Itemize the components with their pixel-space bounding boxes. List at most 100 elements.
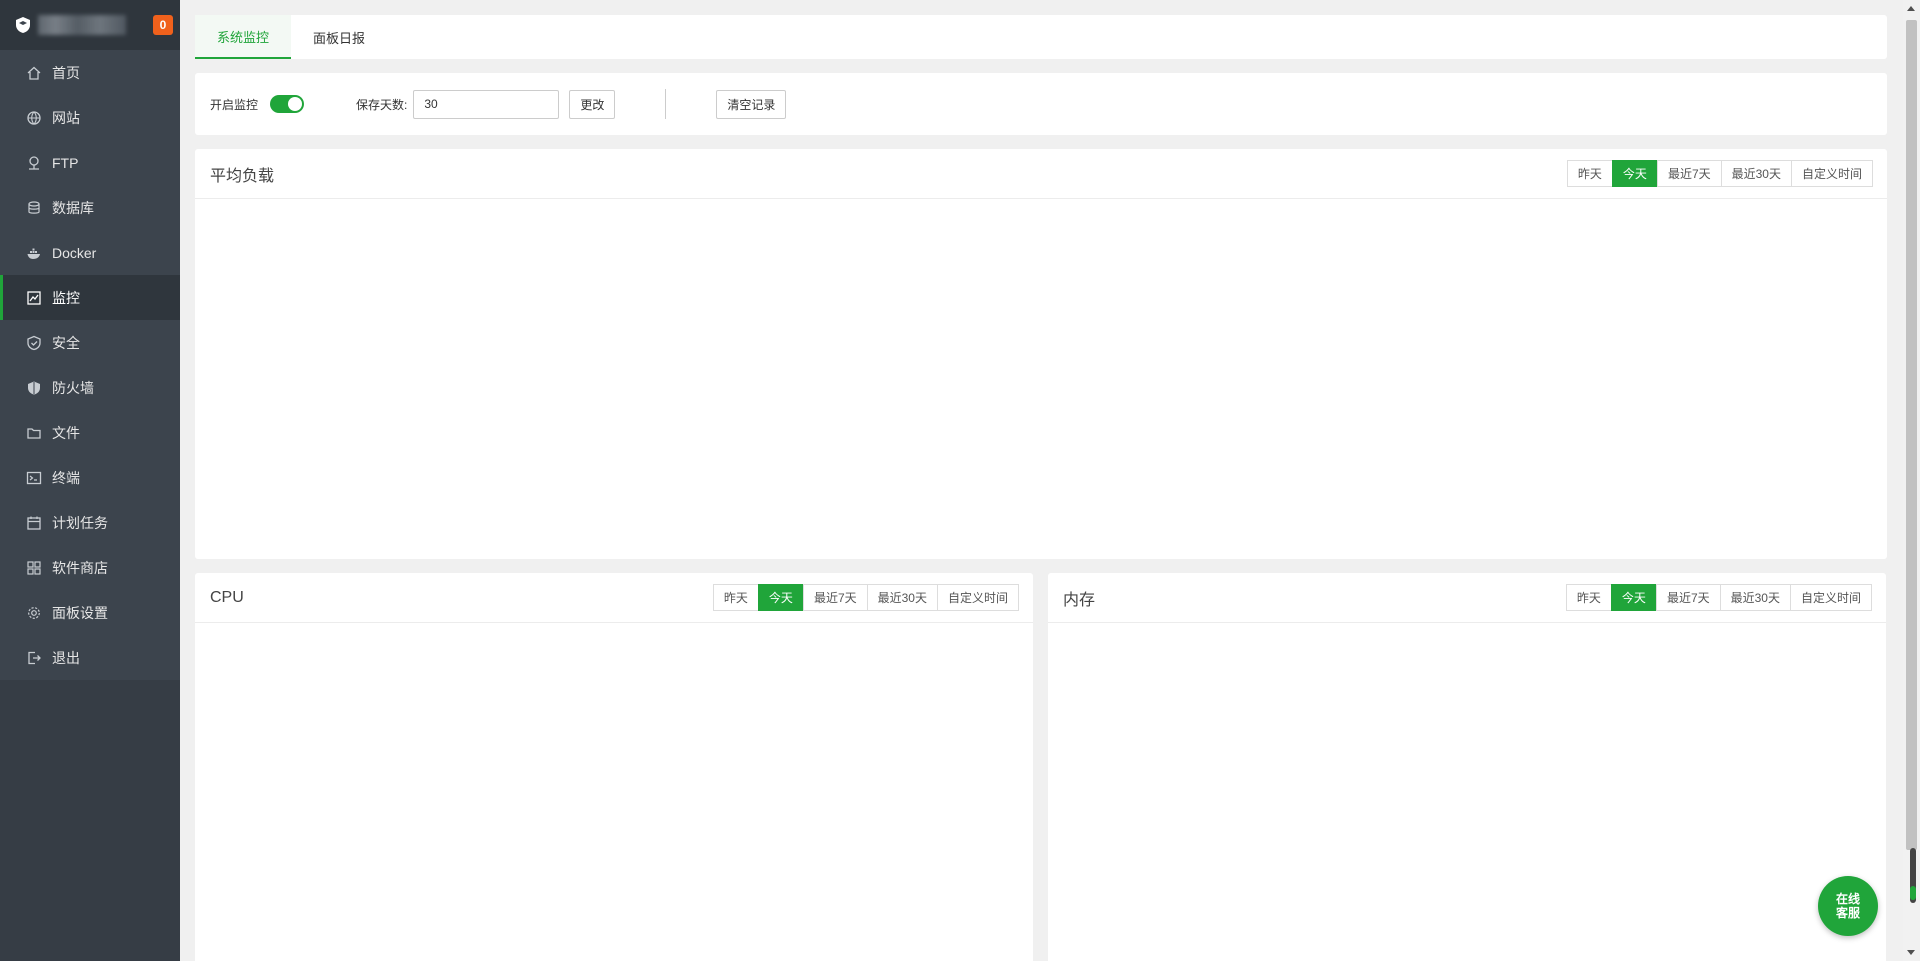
sidebar-item-1[interactable]: 网站 <box>0 95 180 140</box>
sidebar-item-label: 文件 <box>52 424 80 441</box>
sidebar: 0 首页网站 FTP 数据库 Docker 监控安全防火墙文件终端计划任务软件商店面板设… <box>0 0 180 961</box>
range-button[interactable]: 最近7天 <box>1655 584 1721 611</box>
gear-icon <box>26 605 42 621</box>
sidebar-item-10[interactable]: 计划任务 <box>0 500 180 545</box>
load-average-panel: 平均负载 昨天 今天 最近7天 最近30天 自定义时间 <box>195 149 1887 559</box>
sidebar-item-label: 数据库 <box>52 199 94 216</box>
terminal-icon <box>26 470 42 486</box>
range-button[interactable]: 昨天 <box>1566 160 1613 187</box>
folder-icon <box>26 425 42 441</box>
sidebar-header: 0 <box>0 0 180 50</box>
range-button[interactable]: 自定义时间 <box>1789 584 1872 611</box>
range-button[interactable]: 最近7天 <box>802 584 868 611</box>
server-name-blurred <box>38 15 126 35</box>
memory-range-selector: 昨天 今天 最近7天 最近30天 自定义时间 <box>1565 584 1872 611</box>
cpu-panel: CPU 昨天 今天 最近7天 最近30天 自定义时间 <box>195 573 1033 961</box>
enable-monitor-toggle[interactable] <box>270 95 305 113</box>
monitor-icon <box>26 290 42 306</box>
sidebar-footer-area <box>0 680 180 961</box>
scroll-up-arrow-icon[interactable] <box>1907 6 1915 11</box>
sidebar-item-13[interactable]: 退出 <box>0 635 180 680</box>
sidebar-item-7[interactable]: 防火墙 <box>0 365 180 410</box>
logout-icon <box>26 650 42 666</box>
range-button[interactable]: 自定义时间 <box>936 584 1019 611</box>
sidebar-item-label: 网站 <box>52 109 80 126</box>
chat-line-1: 在线 <box>1835 892 1860 906</box>
scroll-thumb[interactable] <box>1906 20 1917 850</box>
calendar-icon <box>26 515 42 531</box>
sidebar-item-0[interactable]: 首页 <box>0 50 180 95</box>
memory-panel: 内存 昨天 今天 最近7天 最近30天 自定义时间 <box>1048 573 1886 961</box>
ftp-icon <box>26 155 42 171</box>
retention-days-label: 保存天数: <box>356 97 408 112</box>
divider <box>665 89 667 119</box>
sidebar-item-8[interactable]: 文件 <box>0 410 180 455</box>
sidebar-item-label: 监控 <box>52 289 80 306</box>
sidebar-item-5[interactable]: 监控 <box>0 275 180 320</box>
range-button[interactable]: 最近30天 <box>866 584 938 611</box>
memory-title: 内存 <box>1063 591 1096 609</box>
memory-header: 内存 昨天 今天 最近7天 最近30天 自定义时间 <box>1048 573 1886 623</box>
range-button[interactable]: 今天 <box>1610 584 1657 611</box>
home-icon <box>26 65 42 81</box>
sidebar-item-9[interactable]: 终端 <box>0 455 180 500</box>
notification-badge[interactable]: 0 <box>153 15 173 35</box>
sidebar-item-6[interactable]: 安全 <box>0 320 180 365</box>
range-button[interactable]: 昨天 <box>1565 584 1612 611</box>
sidebar-item-3[interactable]: 数据库 <box>0 185 180 230</box>
sidebar-item-12[interactable]: 面板设置 <box>0 590 180 635</box>
apps-grid-icon <box>26 560 42 576</box>
tab-panel-daily-report[interactable]: 面板日报 <box>291 15 387 59</box>
sidebar-item-label: 软件商店 <box>52 559 108 576</box>
sidebar-item-label: 安全 <box>52 334 80 351</box>
sidebar-item-11[interactable]: 软件商店 <box>0 545 180 590</box>
sidebar-item-label: 面板设置 <box>52 604 108 621</box>
cpu-title: CPU <box>210 588 244 606</box>
sidebar-item-label: FTP <box>52 154 79 171</box>
scroll-down-arrow-icon[interactable] <box>1907 950 1915 955</box>
sidebar-item-label: 首页 <box>52 64 80 81</box>
logo-icon <box>16 17 30 33</box>
main-content: 系统监控 面板日报 开启监控 保存天数: 更改 清空记录 平均负载 昨天今天最近… <box>195 15 1887 961</box>
docker-icon <box>26 245 42 261</box>
sidebar-item-label: 终端 <box>52 469 80 486</box>
sidebar-item-label: 计划任务 <box>52 514 108 531</box>
tab-system-monitor[interactable]: 系统监控 <box>195 15 292 59</box>
load-range-selector: 昨天 今天 最近7天 最近30天 自定义时间 <box>1566 160 1873 187</box>
chat-line-2: 客服 <box>1835 906 1860 920</box>
firewall-shield-icon <box>26 380 42 396</box>
sidebar-nav: 首页网站 FTP 数据库 Docker 监控安全防火墙文件终端计划任务软件商店面板设置退… <box>0 50 180 680</box>
shield-check-icon <box>26 335 42 351</box>
range-button[interactable]: 今天 <box>757 584 804 611</box>
range-button[interactable]: 最近30天 <box>1719 584 1791 611</box>
memory-chart <box>1048 623 1886 961</box>
range-button[interactable]: 自定义时间 <box>1790 160 1873 187</box>
page-scrollbar[interactable] <box>1903 0 1920 961</box>
load-average-chart <box>195 199 1887 559</box>
database-icon <box>26 200 42 216</box>
monitor-toolbar: 开启监控 保存天数: 更改 清空记录 <box>195 73 1887 135</box>
load-average-title: 平均负载 <box>210 167 275 185</box>
range-button[interactable]: 今天 <box>1611 160 1658 187</box>
cpu-range-selector: 昨天 今天 最近7天 最近30天 自定义时间 <box>712 584 1019 611</box>
sidebar-item-label: 退出 <box>52 649 80 666</box>
range-button[interactable]: 昨天 <box>712 584 759 611</box>
change-button[interactable]: 更改 <box>569 89 616 119</box>
sidebar-item-label: 防火墙 <box>52 379 94 396</box>
range-button[interactable]: 最近7天 <box>1656 160 1722 187</box>
globe-icon <box>26 110 42 126</box>
sidebar-item-label: Docker <box>52 244 97 261</box>
clear-records-button[interactable]: 清空记录 <box>716 89 787 119</box>
range-button[interactable]: 最近30天 <box>1720 160 1792 187</box>
cpu-header: CPU 昨天 今天 最近7天 最近30天 自定义时间 <box>195 573 1033 623</box>
sidebar-item-4[interactable]: Docker <box>0 230 180 275</box>
scroll-position-indicator <box>1910 848 1916 903</box>
online-support-button[interactable]: 在线 客服 <box>1818 876 1878 936</box>
retention-days-input[interactable] <box>413 89 560 119</box>
chart-row: CPU 昨天 今天 最近7天 最近30天 自定义时间 内存 昨天 今天 最近7天 最近30天自… <box>195 573 1887 961</box>
cpu-chart <box>195 623 1033 961</box>
sidebar-item-2[interactable]: FTP <box>0 140 180 185</box>
enable-monitor-label: 开启监控 <box>210 97 259 112</box>
load-average-header: 平均负载 昨天 今天 最近7天 最近30天 自定义时间 <box>195 149 1887 199</box>
tab-bar: 系统监控 面板日报 <box>195 15 1887 59</box>
